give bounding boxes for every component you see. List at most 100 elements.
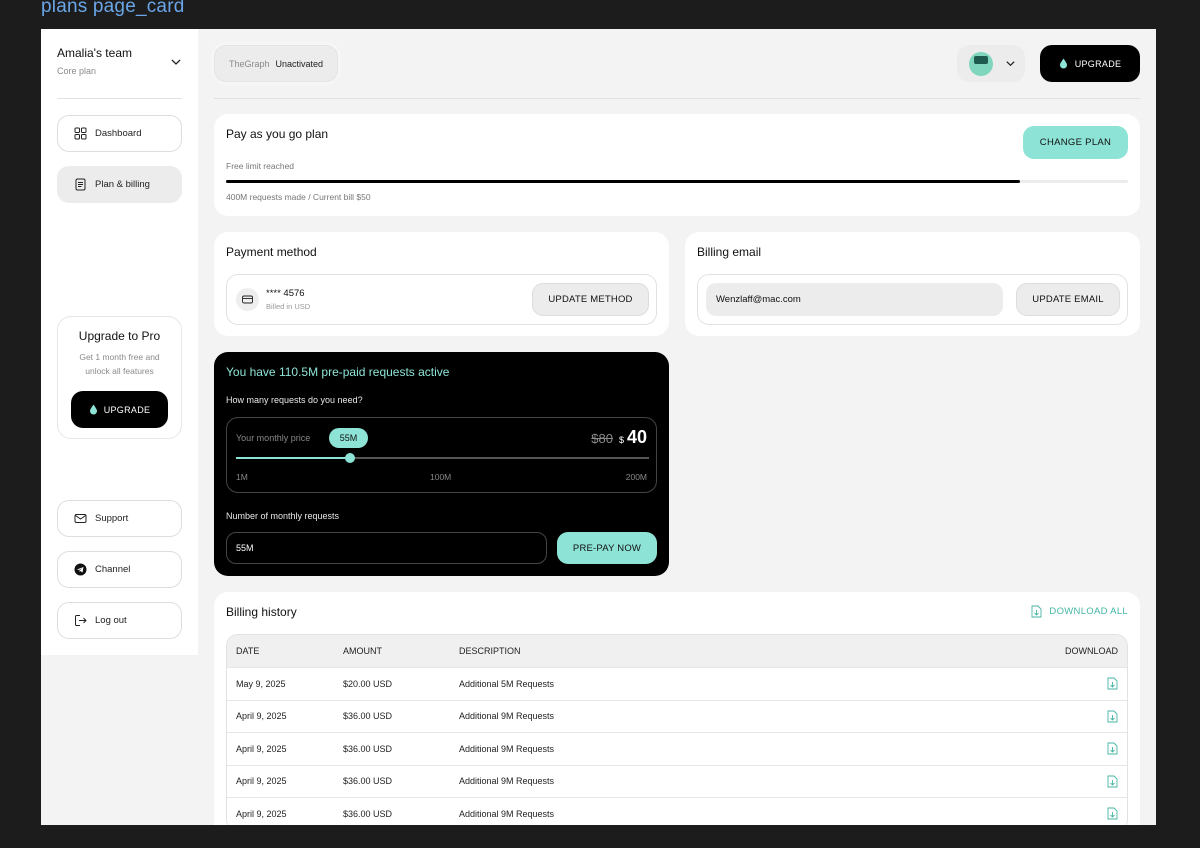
sidebar-item-label: Dashboard [95, 128, 142, 139]
card-billing-currency: Billed in USD [266, 302, 311, 311]
grid-icon [74, 127, 87, 140]
update-method-button[interactable]: UPDATE METHOD [532, 283, 649, 316]
slider-tick-min: 1M [236, 472, 248, 482]
cell-amount: $36.00 USD [343, 743, 393, 754]
payment-method-title: Payment method [226, 245, 317, 259]
header-upgrade-label: UPGRADE [1074, 58, 1122, 69]
drop-icon [89, 404, 97, 415]
chevron-down-icon [1006, 61, 1015, 67]
column-header-date: DATE [236, 646, 260, 656]
sidebar-item-channel[interactable]: Channel [57, 551, 182, 588]
sidebar: Amalia's team Core plan Dashboard Plan &… [41, 29, 198, 655]
sidebar-item-label: Log out [95, 615, 127, 626]
cell-amount: $36.00 USD [343, 808, 393, 819]
cell-date: April 9, 2025 [236, 743, 287, 754]
breadcrumb[interactable]: TheGraph Unactivated [214, 45, 339, 82]
cell-amount: $36.00 USD [343, 776, 393, 787]
billing-history-table: DATE AMOUNT DESCRIPTION DOWNLOAD May 9, … [226, 634, 1128, 825]
download-icon [1031, 605, 1042, 618]
prepaid-question: How many requests do you need? [226, 395, 363, 405]
download-all-label: DOWNLOAD ALL [1049, 606, 1128, 617]
download-icon[interactable] [1107, 710, 1118, 723]
column-header-description: DESCRIPTION [459, 646, 521, 656]
sidebar-item-support[interactable]: Support [57, 500, 182, 537]
column-header-amount: AMOUNT [343, 646, 382, 656]
team-name: Amalia's team [57, 46, 132, 60]
cell-download [1017, 742, 1127, 755]
cell-description: Additional 9M Requests [459, 808, 555, 819]
download-icon[interactable] [1107, 742, 1118, 755]
credit-card-icon [236, 288, 259, 311]
sidebar-item-label: Channel [95, 564, 131, 575]
cell-date: May 9, 2025 [236, 678, 286, 689]
chevron-down-icon[interactable] [170, 56, 182, 68]
cell-amount: $20.00 USD [343, 678, 393, 689]
cell-download [1017, 710, 1127, 723]
logout-icon [75, 615, 87, 626]
sidebar-divider [57, 98, 182, 99]
usage-text: 400M requests made / Current bill $50 [226, 192, 371, 202]
app-window: Amalia's team Core plan Dashboard Plan &… [41, 29, 1156, 825]
table-row: April 9, 2025 $36.00 USD Additional 9M Req… [227, 699, 1127, 732]
cell-download [1017, 807, 1127, 820]
sidebar-item-label: Support [95, 513, 129, 524]
new-price: 40 [626, 427, 647, 447]
cell-date: April 9, 2025 [236, 808, 287, 819]
avatar [969, 51, 993, 76]
slider-tick-max: 200M [625, 472, 647, 482]
cell-date: April 9, 2025 [236, 776, 287, 787]
billing-history-card: Billing history DOWNLOAD ALL DATE AMOUNT… [214, 592, 1140, 825]
download-icon[interactable] [1107, 807, 1118, 820]
canvas-label: plans page_card [41, 0, 185, 17]
header-upgrade-button[interactable]: UPGRADE [1040, 45, 1140, 82]
update-email-button[interactable]: UPDATE EMAIL [1016, 283, 1120, 316]
monthly-requests-input[interactable]: 55M [226, 532, 547, 564]
cell-date: April 9, 2025 [236, 711, 287, 722]
telegram-icon [74, 563, 87, 576]
payment-method-box: **** 4576 Billed in USD UPDATE METHOD [226, 274, 657, 325]
team-switcher[interactable]: Amalia's team Core plan [57, 46, 182, 76]
promo-upgrade-label: UPGRADE [103, 404, 151, 415]
prepaid-title: You have 110.5M pre-paid requests active [226, 365, 450, 379]
document-icon [75, 178, 86, 191]
download-icon[interactable] [1107, 677, 1118, 690]
slider-tick-mid: 100M [430, 472, 452, 482]
slider-fill [236, 457, 350, 459]
cell-description: Additional 9M Requests [459, 776, 555, 787]
payment-method-card: Payment method **** 4576 Billed in USD U… [214, 232, 669, 336]
billing-email-field[interactable]: Wenzlaff@mac.com [706, 283, 1003, 316]
change-plan-button[interactable]: CHANGE PLAN [1023, 126, 1128, 159]
billing-email-title: Billing email [697, 245, 762, 259]
billing-email-card: Billing email Wenzlaff@mac.com UPDATE EM… [685, 232, 1140, 336]
promo-upgrade-button[interactable]: UPGRADE [71, 391, 168, 428]
requests-slider[interactable] [236, 453, 649, 463]
sidebar-item-dashboard[interactable]: Dashboard [57, 115, 182, 152]
cell-download [1017, 677, 1127, 690]
prepay-now-button[interactable]: PRE-PAY NOW [557, 532, 657, 564]
download-icon[interactable] [1107, 775, 1118, 788]
usage-progress-fill [226, 180, 1020, 183]
sidebar-item-plan-billing[interactable]: Plan & billing [57, 166, 182, 203]
download-all-button[interactable]: DOWNLOAD ALL [1031, 605, 1128, 618]
billing-history-title: Billing history [226, 605, 297, 619]
main-content: TheGraph Unactivated UPGRADE Pay as you … [198, 29, 1156, 825]
plan-card: Pay as you go plan CHANGE PLAN Free limi… [214, 114, 1140, 216]
slider-thumb[interactable] [344, 453, 355, 463]
upgrade-promo-card: Upgrade to Pro Get 1 month free and unlo… [57, 316, 182, 439]
selected-requests-badge: 55M [329, 428, 368, 448]
sidebar-item-logout[interactable]: Log out [57, 602, 182, 639]
account-menu-button[interactable] [957, 45, 1025, 82]
column-header-download: DOWNLOAD [1064, 646, 1118, 656]
table-row: April 9, 2025 $36.00 USD Additional 9M Req… [227, 732, 1127, 765]
price-slider-box: Your monthly price 55M $80 $ 40 1M 100M … [226, 417, 657, 493]
prepaid-requests-card: You have 110.5M pre-paid requests active… [214, 352, 669, 576]
sidebar-item-label: Plan & billing [95, 179, 150, 190]
plan-title: Pay as you go plan [226, 127, 329, 141]
breadcrumb-app: TheGraph [229, 58, 270, 69]
cell-amount: $36.00 USD [343, 711, 393, 722]
limit-status: Free limit reached [226, 161, 295, 171]
currency-symbol: $ [618, 435, 624, 445]
breadcrumb-status: Unactivated [275, 58, 324, 69]
card-number: **** 4576 [266, 288, 305, 299]
cell-download [1017, 775, 1127, 788]
